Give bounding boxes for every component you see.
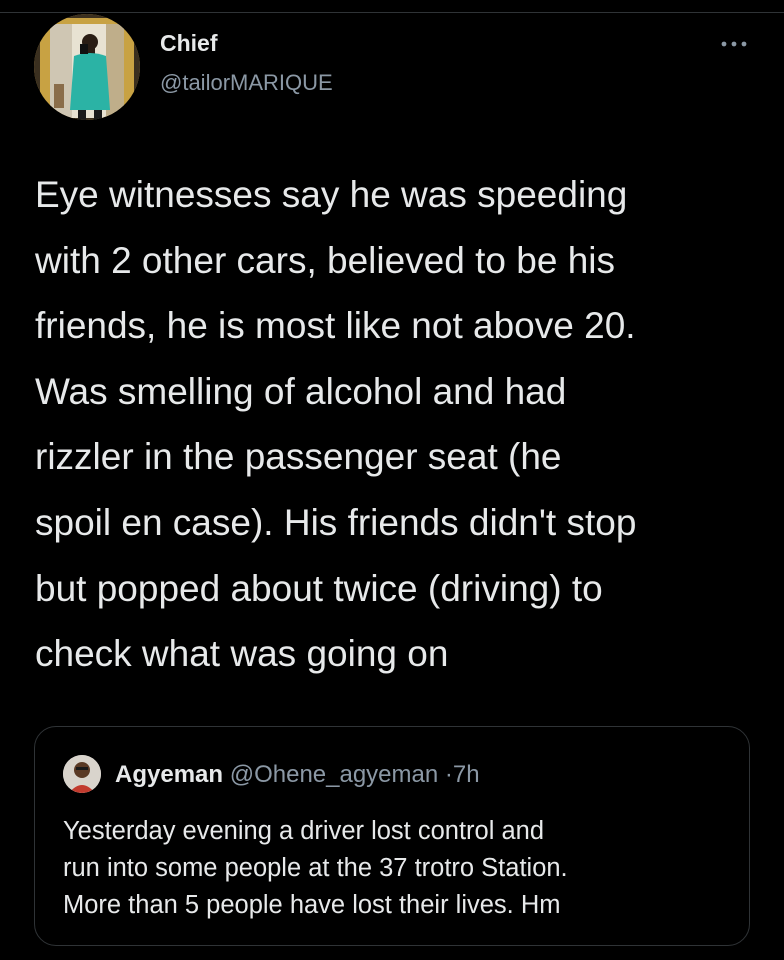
tweet-text-line: Was smelling of alcohol and had: [35, 370, 567, 412]
quoted-tweet-card[interactable]: Agyeman @Ohene_agyeman ·7h Yesterday eve…: [34, 726, 750, 946]
quoted-text-line: Yesterday evening a driver lost control …: [63, 817, 545, 845]
quoted-text-line: More than 5 people have lost their lives…: [63, 891, 561, 919]
tweet-text-line: Eye witnesses say he was speeding: [35, 174, 628, 215]
author-display-name[interactable]: Chief: [160, 30, 218, 57]
quoted-tweet-text: Yesterday evening a driver lost control …: [63, 813, 568, 924]
tweet-text-line: but popped about twice (driving) to: [35, 567, 603, 609]
quoted-author-avatar[interactable]: [63, 755, 101, 793]
author-handle[interactable]: @tailorMARIQUE: [160, 70, 333, 96]
quoted-tweet-header: Agyeman @Ohene_agyeman ·7h: [115, 761, 480, 789]
top-divider: [0, 12, 784, 13]
tweet-text-line: friends, he is most like not above 20.: [35, 305, 636, 347]
quoted-text-line: run into some people at the 37 trotro St…: [63, 854, 568, 882]
author-avatar[interactable]: [34, 14, 140, 120]
quoted-author-display-name[interactable]: Agyeman: [115, 761, 223, 788]
tweet-text: Eye witnesses say he was speeding with 2…: [35, 162, 755, 687]
more-horizontal-icon[interactable]: [718, 34, 750, 54]
tweet-text-line: with 2 other cars, believed to be his: [35, 239, 615, 281]
tweet-text-line: rizzler in the passenger seat (he: [35, 436, 562, 478]
quoted-author-avatar-image: [63, 755, 101, 793]
tweet-text-line: check what was going on: [35, 633, 449, 675]
quoted-separator: ·: [444, 761, 453, 788]
author-avatar-image: [34, 14, 140, 120]
quoted-author-handle[interactable]: @Ohene_agyeman: [230, 761, 439, 788]
quoted-timestamp[interactable]: 7h: [453, 761, 480, 788]
tweet-text-line: spoil en case). His friends didn't stop: [35, 501, 637, 543]
